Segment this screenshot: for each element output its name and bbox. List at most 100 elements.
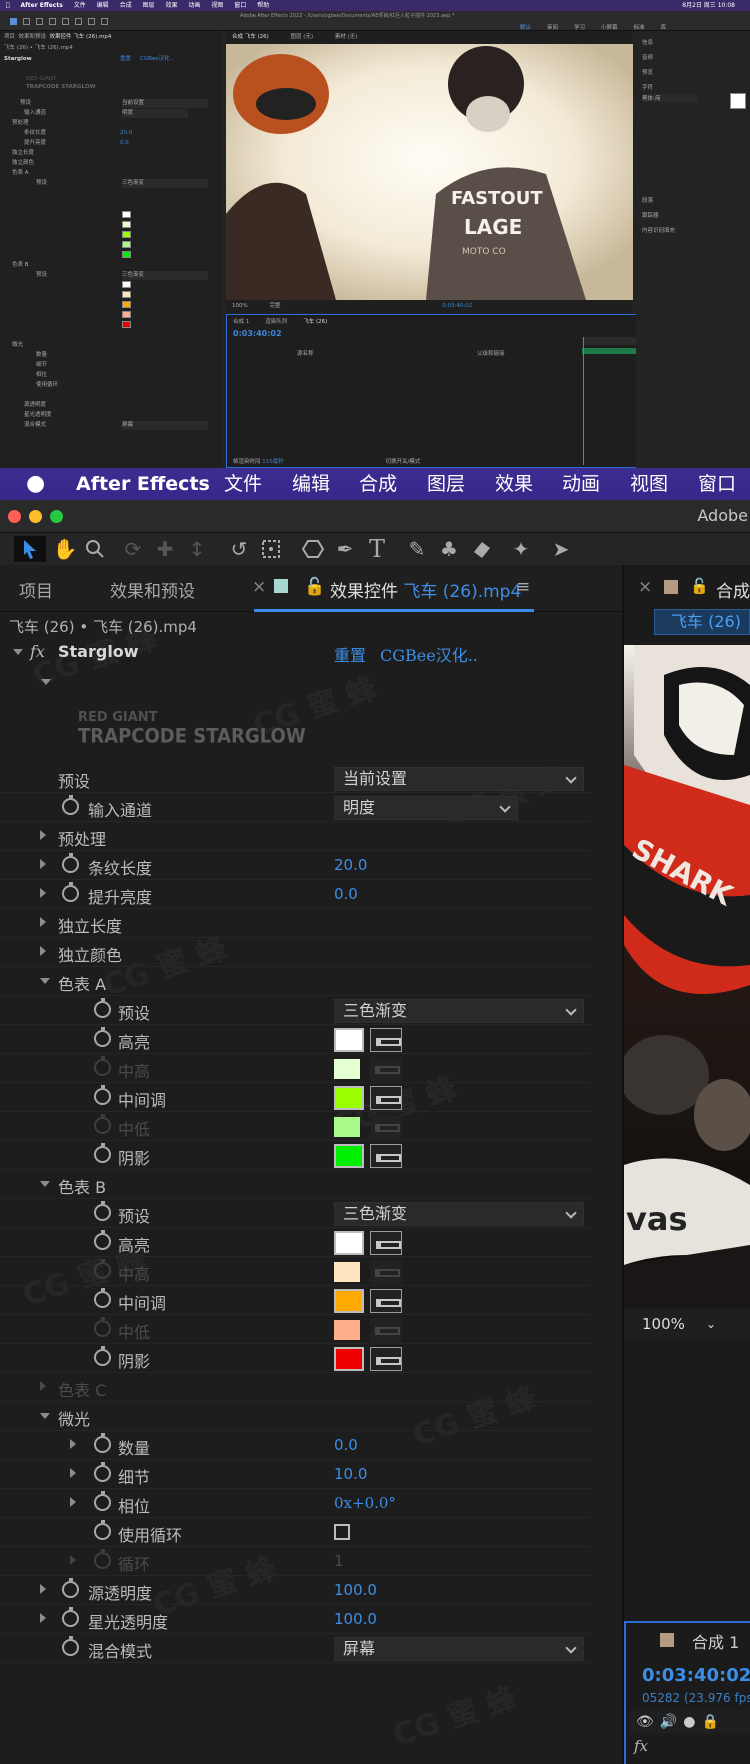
- close-tab-icon[interactable]: ×: [638, 577, 652, 597]
- color-swatch[interactable]: [334, 1144, 364, 1168]
- dolly-tool-icon[interactable]: ↕: [184, 536, 210, 562]
- twirl-icon[interactable]: [70, 1468, 76, 1478]
- stopwatch-icon[interactable]: [62, 1578, 79, 1598]
- menu-file[interactable]: 文件: [224, 468, 262, 500]
- stopwatch-icon[interactable]: [62, 1607, 79, 1627]
- zoom-tool-icon[interactable]: [82, 536, 108, 562]
- menu-app[interactable]: After Effects: [76, 468, 210, 500]
- amount-value[interactable]: 0.0: [334, 1436, 358, 1454]
- zoom-window-button[interactable]: [50, 510, 63, 523]
- eyedropper-icon[interactable]: [370, 1028, 402, 1052]
- clone-stamp-tool-icon[interactable]: ♣: [436, 536, 462, 562]
- colormap-b-preset-dropdown[interactable]: 三色渐变: [334, 1202, 584, 1226]
- phase-value[interactable]: 0x+0.0°: [334, 1494, 396, 1512]
- tab-comp-1[interactable]: 合成 1: [692, 1629, 739, 1653]
- roto-brush-tool-icon[interactable]: ✦: [508, 536, 534, 562]
- color-swatch[interactable]: [334, 1289, 364, 1313]
- eyedropper-icon[interactable]: [370, 1144, 402, 1168]
- tab-effects-presets[interactable]: 效果和预设: [110, 577, 195, 602]
- pen-tool-icon[interactable]: ✒: [332, 536, 358, 562]
- streak-length-value[interactable]: 20.0: [334, 856, 367, 874]
- apple-icon[interactable]: ●: [26, 468, 45, 500]
- tab-composition[interactable]: 合成: [716, 577, 750, 602]
- eyedropper-icon[interactable]: [370, 1086, 402, 1110]
- stopwatch-icon[interactable]: [94, 1288, 111, 1308]
- stopwatch-icon[interactable]: [62, 853, 79, 873]
- timecode[interactable]: 0:03:40:02: [642, 1665, 750, 1686]
- twirl-icon[interactable]: [40, 1413, 50, 1419]
- zoom-dropdown[interactable]: 100% ⌄: [636, 1313, 720, 1335]
- lock-icon[interactable]: 🔓: [304, 577, 325, 597]
- close-window-button[interactable]: [8, 510, 21, 523]
- twirl-icon[interactable]: [70, 1439, 76, 1449]
- lock-icon[interactable]: 🔒: [701, 1714, 718, 1730]
- menu-window[interactable]: 窗口: [698, 468, 736, 500]
- stopwatch-icon[interactable]: [94, 1143, 111, 1163]
- transfer-mode-dropdown[interactable]: 屏幕: [334, 1637, 584, 1661]
- stopwatch-icon[interactable]: [94, 1085, 111, 1105]
- shape-tool-icon[interactable]: [300, 536, 326, 562]
- input-channel-dropdown[interactable]: 明度: [334, 796, 518, 820]
- menu-edit[interactable]: 编辑: [292, 468, 330, 500]
- twirl-icon[interactable]: [40, 859, 46, 869]
- pan-behind-tool-icon[interactable]: [258, 536, 284, 562]
- starglow-opacity-value[interactable]: 100.0: [334, 1610, 377, 1628]
- stopwatch-icon[interactable]: [94, 1433, 111, 1453]
- twirl-icon[interactable]: [40, 978, 50, 984]
- twirl-icon[interactable]: [70, 1497, 76, 1507]
- fx-icon[interactable]: fx: [30, 642, 45, 661]
- fx-icon[interactable]: fx: [634, 1737, 648, 1755]
- audio-icon[interactable]: 🔊: [660, 1714, 677, 1730]
- twirl-icon[interactable]: [40, 888, 46, 898]
- minimize-window-button[interactable]: [29, 510, 42, 523]
- stopwatch-icon[interactable]: [94, 998, 111, 1018]
- menu-composition[interactable]: 合成: [359, 468, 397, 500]
- stopwatch-icon[interactable]: [62, 795, 79, 815]
- twirl-icon[interactable]: [40, 946, 46, 956]
- type-tool-icon[interactable]: T: [364, 535, 390, 563]
- effect-name[interactable]: Starglow: [58, 642, 139, 661]
- eye-icon[interactable]: 👁: [636, 1714, 654, 1730]
- twirl-icon[interactable]: [40, 1613, 46, 1623]
- twirl-icon[interactable]: [40, 830, 46, 840]
- effect-twirl-icon[interactable]: [13, 649, 23, 655]
- color-swatch[interactable]: [334, 1347, 364, 1371]
- eyedropper-icon[interactable]: [370, 1347, 402, 1371]
- eyedropper-icon[interactable]: [370, 1231, 402, 1255]
- stopwatch-icon[interactable]: [94, 1201, 111, 1221]
- boost-light-value[interactable]: 0.0: [334, 885, 358, 903]
- menu-effect[interactable]: 效果: [495, 468, 533, 500]
- color-swatch[interactable]: [334, 1086, 364, 1110]
- pan-tool-icon[interactable]: ✚: [152, 536, 178, 562]
- stopwatch-icon[interactable]: [94, 1230, 111, 1250]
- menu-layer[interactable]: 图层: [427, 468, 465, 500]
- stopwatch-icon[interactable]: [94, 1346, 111, 1366]
- lock-icon[interactable]: 🔓: [690, 577, 709, 595]
- menu-view[interactable]: 视图: [630, 468, 668, 500]
- brush-tool-icon[interactable]: ✎: [404, 536, 430, 562]
- use-loop-checkbox[interactable]: [334, 1524, 350, 1540]
- eyedropper-icon[interactable]: [370, 1289, 402, 1313]
- color-swatch[interactable]: [334, 1028, 364, 1052]
- credit-link[interactable]: CGBee汉化..: [380, 642, 478, 666]
- twirl-icon[interactable]: [40, 1584, 46, 1594]
- logo-twirl-icon[interactable]: [41, 679, 51, 685]
- stopwatch-icon[interactable]: [94, 1491, 111, 1511]
- source-opacity-value[interactable]: 100.0: [334, 1581, 377, 1599]
- panel-menu-icon[interactable]: ≡: [516, 577, 530, 597]
- selection-tool-icon[interactable]: [14, 536, 46, 562]
- stopwatch-icon[interactable]: [62, 882, 79, 902]
- rotate-tool-icon[interactable]: ↺: [226, 536, 252, 562]
- colormap-a-preset-dropdown[interactable]: 三色渐变: [334, 999, 584, 1023]
- stopwatch-icon[interactable]: [94, 1462, 111, 1482]
- comp-name-tab[interactable]: 飞车 (26): [654, 609, 750, 635]
- stopwatch-icon[interactable]: [94, 1027, 111, 1047]
- tab-effect-controls[interactable]: 效果控件 飞车 (26).mp4: [330, 577, 521, 602]
- stopwatch-icon[interactable]: [62, 1636, 79, 1656]
- orbit-tool-icon[interactable]: ⟳: [120, 536, 146, 562]
- eraser-tool-icon[interactable]: [468, 536, 494, 562]
- color-swatch[interactable]: [334, 1231, 364, 1255]
- solo-icon[interactable]: ●: [683, 1714, 695, 1730]
- preset-dropdown[interactable]: 当前设置: [334, 767, 584, 791]
- stopwatch-icon[interactable]: [94, 1520, 111, 1540]
